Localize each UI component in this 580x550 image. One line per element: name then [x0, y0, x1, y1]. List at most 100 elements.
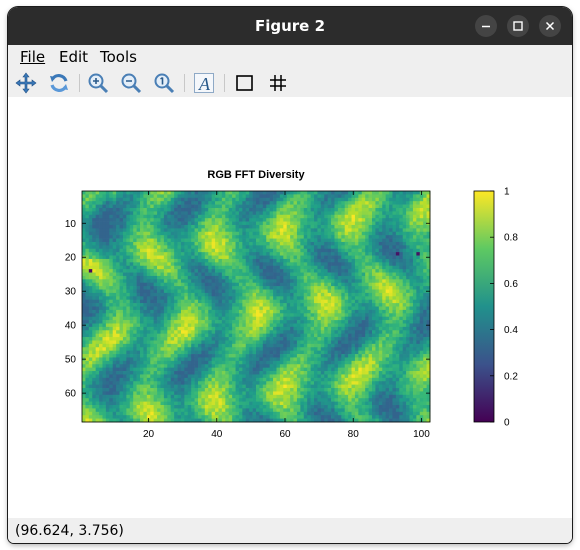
heatmap-cell [109, 197, 114, 202]
heatmap-cell [211, 211, 216, 216]
heatmap-cell [140, 343, 144, 348]
heatmap-cell [266, 303, 270, 307]
heatmap-cell [180, 279, 185, 284]
heatmap-cell [167, 323, 172, 328]
heatmap-cell [300, 201, 305, 205]
figure-canvas[interactable]: RGB FFT Diversity 20 40 60 80 100 10 20 30 40 50 6… [8, 97, 572, 518]
heatmap-cell [105, 262, 110, 267]
heatmap-cell [341, 248, 346, 253]
grid-button[interactable] [266, 71, 290, 95]
heatmap-cell [99, 333, 103, 338]
heatmap-cell [225, 299, 230, 304]
heatmap-cell [368, 296, 373, 301]
heatmap-cell [279, 323, 284, 328]
heatmap-cell [389, 296, 393, 301]
heatmap-cell [307, 214, 311, 219]
heatmap-cell [399, 197, 404, 202]
heatmap-cell [242, 248, 247, 253]
heatmap-cell [293, 320, 298, 324]
heatmap-cell [296, 211, 301, 216]
heatmap-cell [412, 252, 417, 256]
heatmap-cell [215, 337, 219, 341]
heatmap-cell [361, 330, 366, 335]
heatmap-cell [225, 265, 230, 270]
heatmap-cell [249, 258, 253, 263]
heatmap-cell [310, 228, 315, 233]
heatmap-cell [279, 275, 284, 280]
heatmap-cell [109, 262, 114, 267]
heatmap-cell [412, 218, 417, 222]
text-button[interactable]: A [192, 71, 216, 95]
heatmap-cell [174, 343, 178, 348]
heatmap-cell [314, 224, 318, 229]
heatmap-cell [129, 211, 134, 216]
heatmap-cell [389, 292, 393, 297]
pan-button[interactable] [14, 71, 38, 95]
heatmap-cell [382, 238, 386, 243]
menu-file[interactable]: File [20, 47, 45, 67]
maximize-button[interactable] [507, 15, 529, 37]
zoom-reset-button[interactable] [152, 71, 176, 95]
heatmap-cell [331, 231, 335, 236]
zoom-out-button[interactable] [119, 71, 143, 95]
heatmap-cell [92, 337, 96, 341]
heatmap-cell [307, 347, 311, 352]
heatmap-cell [235, 218, 240, 222]
heatmap-cell [232, 340, 236, 345]
rotate-button[interactable] [47, 71, 71, 95]
heatmap-cell [82, 191, 86, 195]
heatmap-cell [402, 235, 407, 239]
heatmap-cell [273, 255, 277, 260]
heatmap-cell [191, 231, 195, 236]
heatmap-cell [365, 316, 369, 321]
heatmap-cell [228, 320, 233, 324]
heatmap-cell [293, 207, 298, 212]
heatmap-cell [317, 303, 322, 307]
heatmap-cell [296, 323, 301, 328]
close-button[interactable] [539, 15, 561, 37]
heatmap-cell [211, 238, 216, 243]
heatmap-cell [177, 282, 182, 287]
heatmap-cell [259, 255, 264, 260]
heatmap-cell [102, 248, 107, 253]
heatmap-cell [283, 289, 288, 294]
heatmap-cell [133, 337, 137, 341]
heatmap-cell [262, 231, 267, 236]
heatmap-cell [252, 326, 257, 331]
heatmap-cell [399, 343, 404, 348]
zoom-in-button[interactable] [86, 71, 110, 95]
minimize-button[interactable] [475, 15, 497, 37]
heatmap-cell [204, 299, 209, 304]
heatmap-cell [82, 306, 86, 311]
heatmap-cell [180, 309, 185, 314]
heatmap-cell [177, 265, 182, 270]
heatmap-cell [269, 316, 274, 321]
heatmap-cell [211, 204, 216, 209]
heatmap-cell [167, 197, 172, 202]
heatmap-cell [273, 275, 277, 280]
menu-tools[interactable]: Tools [100, 47, 137, 67]
title-bar[interactable]: Figure 2 [8, 7, 572, 45]
heatmap-cell [358, 303, 363, 307]
heatmap-cell [146, 306, 151, 311]
heatmap-cell [184, 333, 189, 338]
heatmap-cell [160, 218, 165, 222]
heatmap-cell [279, 204, 284, 209]
heatmap-cell [409, 258, 414, 263]
heatmap-cell [126, 224, 131, 229]
box-button[interactable] [233, 71, 257, 95]
heatmap-cell [382, 235, 386, 239]
heatmap-cell [406, 231, 410, 236]
heatmap-cell [221, 350, 226, 355]
heatmap-cell [262, 255, 267, 260]
heatmap-cell [160, 214, 165, 219]
heatmap-cell [215, 265, 219, 270]
heatmap-cell [102, 313, 107, 318]
heatmap-cell [361, 347, 366, 352]
heatmap-cell [143, 272, 148, 277]
heatmap-cell [262, 248, 267, 253]
heatmap-cell [354, 296, 359, 301]
heatmap-cell [392, 252, 397, 256]
menu-edit[interactable]: Edit [59, 47, 88, 67]
heatmap-cell [344, 292, 349, 297]
